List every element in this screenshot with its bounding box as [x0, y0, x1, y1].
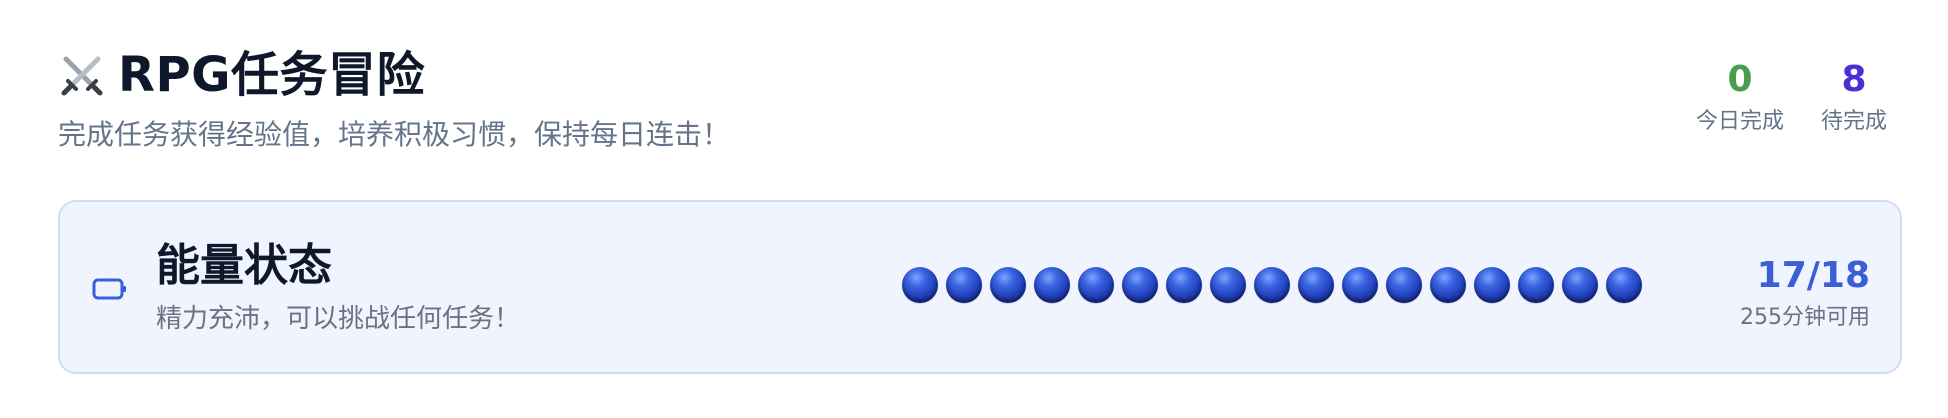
energy-orb [1562, 267, 1598, 303]
energy-orb [1254, 267, 1290, 303]
energy-text: 能量状态 精力充沛，可以挑战任何任务！ [156, 238, 520, 336]
crossed-swords-icon [58, 51, 106, 99]
rpg-quest-page: RPG任务冒险 完成任务获得经验值，培养积极习惯，保持每日连击！ 0 今日完成 … [0, 0, 1948, 418]
energy-orb [990, 267, 1026, 303]
energy-orb [1342, 267, 1378, 303]
energy-description: 精力充沛，可以挑战任何任务！ [156, 304, 521, 334]
energy-orb [946, 267, 982, 303]
energy-orb [1606, 267, 1642, 303]
energy-orb [1034, 267, 1070, 303]
energy-status-card: 能量状态 精力充沛，可以挑战任何任务！ 17/18 255分钟可用 [58, 200, 1902, 374]
title-row: RPG任务冒险 [58, 44, 1890, 106]
energy-orb [1298, 267, 1334, 303]
energy-meta: 17/18 255分钟可用 [1740, 254, 1870, 332]
energy-orb [1518, 267, 1554, 303]
energy-orb [1430, 267, 1466, 303]
energy-orb [1078, 267, 1114, 303]
stat-pending-value: 8 [1841, 59, 1867, 100]
energy-orb [1166, 267, 1202, 303]
energy-orbs [902, 267, 1642, 303]
energy-orb [1122, 267, 1158, 303]
stat-pending-label: 待完成 [1820, 109, 1887, 134]
energy-orb [902, 267, 938, 303]
page-title: RPG任务冒险 [118, 47, 426, 103]
energy-orb [1474, 267, 1510, 303]
page-subtitle: 完成任务获得经验值，培养积极习惯，保持每日连击！ [58, 118, 731, 151]
page-header: RPG任务冒险 完成任务获得经验值，培养积极习惯，保持每日连击！ 0 今日完成 … [58, 44, 1890, 154]
energy-orb [1210, 267, 1246, 303]
stat-completed-today-value: 0 [1727, 59, 1753, 100]
energy-count: 17/18 [1756, 255, 1870, 296]
stats-summary: 0 今日完成 8 待完成 [1696, 58, 1890, 136]
energy-orb [1386, 267, 1422, 303]
stat-completed-today: 0 今日完成 [1696, 58, 1784, 136]
energy-title: 能量状态 [156, 240, 332, 291]
stat-pending: 8 待完成 [1818, 58, 1890, 136]
energy-time-available: 255分钟可用 [1740, 305, 1870, 330]
stat-completed-today-label: 今日完成 [1695, 109, 1784, 134]
battery-icon [92, 278, 128, 300]
